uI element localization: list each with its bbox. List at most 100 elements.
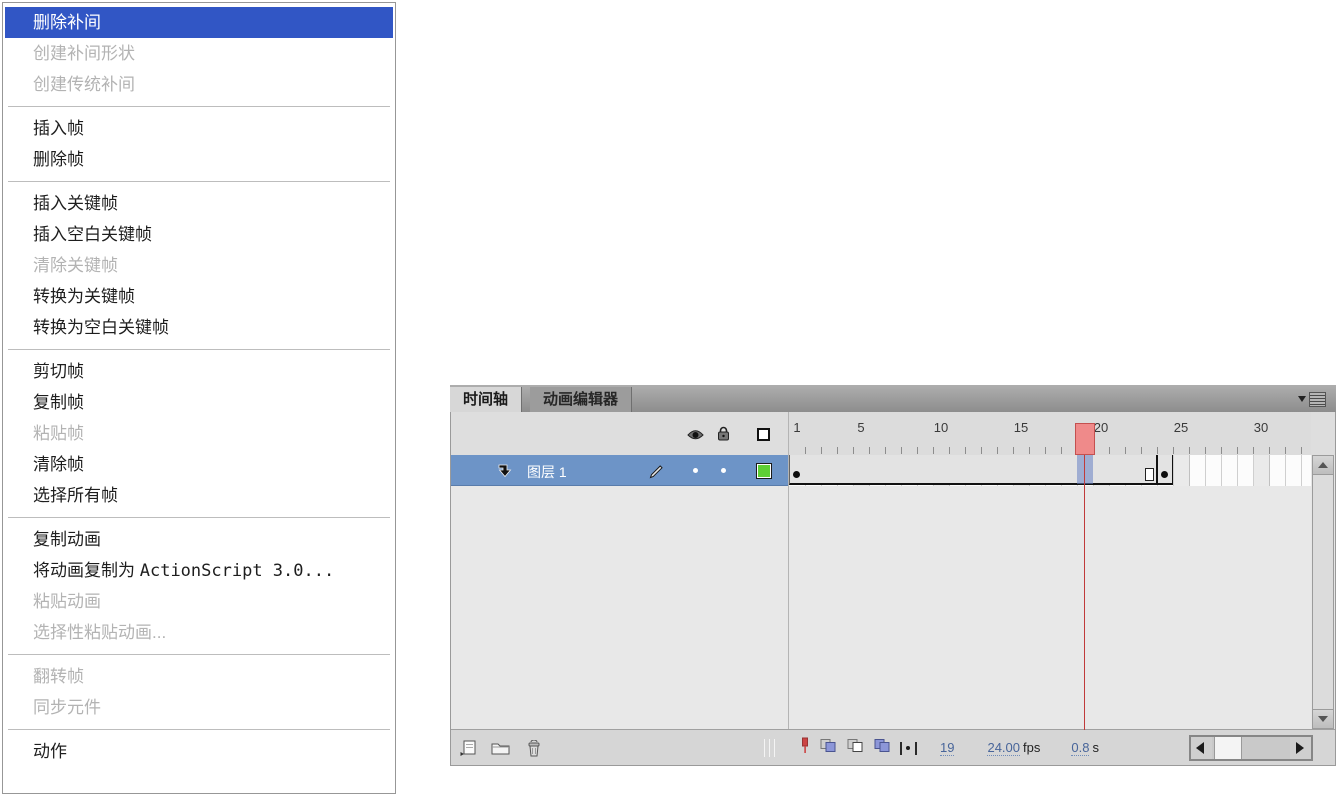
delete-layer-button[interactable] [521, 735, 547, 761]
layer-visibility-dot[interactable] [693, 468, 698, 473]
timeline-header: 1 5 10 15 20 25 30 [451, 412, 1335, 455]
frame-rate-group: 24.00 fps [987, 740, 1040, 756]
menu-item[interactable]: 转换为关键帧 [5, 281, 393, 312]
playhead-frame-highlight [1077, 455, 1093, 484]
new-folder-icon [491, 743, 509, 755]
panel-tab-bar: 时间轴 动画编辑器 [450, 385, 1336, 412]
horizontal-scrollbar[interactable] [1189, 735, 1313, 761]
layer-item[interactable]: 图层 1 [451, 455, 788, 486]
panel-menu-icon [1309, 392, 1326, 407]
ruler-frame-number: 15 [1013, 420, 1029, 435]
timeline-empty-area [451, 486, 1311, 730]
scroll-down-button[interactable] [1313, 709, 1333, 728]
menu-item: 粘贴动画 [33, 592, 101, 611]
center-frame-icon [802, 737, 808, 753]
context-menu-items: 删除补间 创建补间形状 创建传统补间 插入帧 删除帧 插入关键帧 插入空白关键帧 清除关键帧转… [5, 7, 393, 767]
scroll-left-button[interactable] [1191, 737, 1212, 759]
tab-motion-editor-label: 动画编辑器 [543, 391, 619, 408]
keyframe-cell[interactable] [1157, 455, 1173, 485]
vertical-scrollbar[interactable] [1312, 455, 1334, 729]
arrow-up-icon [1318, 462, 1328, 468]
tab-motion-editor[interactable]: 动画编辑器 [530, 387, 633, 412]
menu-item[interactable]: 插入帧 [5, 113, 393, 144]
menu-item[interactable]: 复制动画 [5, 524, 393, 555]
scrollbar-thumb[interactable] [1214, 737, 1242, 759]
center-frame-button[interactable] [800, 737, 810, 759]
arrow-left-icon [1196, 742, 1204, 754]
elapsed-time-group: 0.8 s [1071, 740, 1099, 756]
menu-item[interactable]: 动作 [5, 736, 393, 767]
lock-icon[interactable] [717, 426, 730, 446]
frame-controls: 19 24.00 fps 0.8 s [800, 735, 1099, 761]
ruler-frame-number: 5 [857, 420, 865, 435]
tab-timeline[interactable]: 时间轴 [450, 387, 523, 412]
layer-frames-divider [788, 412, 789, 730]
modify-markers-button[interactable] [900, 741, 917, 755]
pencil-icon [649, 463, 665, 484]
keyframe-dot [793, 471, 800, 478]
frame-rate-field[interactable]: 24.00 [987, 740, 1021, 756]
new-layer-icon [460, 740, 475, 756]
menu-item: 选择性粘贴动画... [33, 623, 167, 642]
new-layer-button[interactable] [455, 735, 481, 761]
menu-item: 粘贴帧 [33, 424, 84, 443]
elapsed-time-field[interactable]: 0.8 [1071, 740, 1090, 756]
current-layer-arrow-icon [497, 463, 513, 483]
timeline-ruler[interactable]: 1 5 10 15 20 25 30 [788, 412, 1311, 455]
menu-item[interactable]: 删除补间 [5, 7, 393, 38]
menu-item[interactable]: 清除帧 [5, 449, 393, 480]
onion-skin-outlines-button[interactable] [846, 738, 864, 758]
ruler-frame-number: 1 [793, 420, 801, 435]
menu-item[interactable]: 插入关键帧 [5, 188, 393, 219]
menu-separator [8, 181, 390, 182]
current-frame-field[interactable]: 19 [940, 740, 955, 756]
new-folder-button[interactable] [487, 735, 513, 761]
menu-item[interactable]: 插入空白关键帧 [5, 219, 393, 250]
menu-item[interactable]: 剪切帧 [5, 356, 393, 387]
layer-outline-color-swatch[interactable] [756, 463, 772, 479]
frame-track[interactable] [788, 455, 1311, 486]
outline-icon[interactable] [757, 428, 770, 441]
span-end-marker [1145, 468, 1154, 481]
frame-rate-unit: fps [1023, 740, 1041, 755]
ruler-frame-number: 25 [1173, 420, 1189, 435]
menu-item: 创建传统补间 [33, 75, 135, 94]
menu-item[interactable]: 转换为空白关键帧 [5, 312, 393, 343]
menu-item[interactable]: 复制帧 [5, 387, 393, 418]
layer-lock-dot[interactable] [721, 468, 726, 473]
edit-multiple-frames-icon [874, 739, 890, 752]
menu-item[interactable]: 删除帧 [5, 144, 393, 175]
ruler-ticks [788, 447, 1311, 454]
scroll-right-button[interactable] [1290, 737, 1311, 759]
menu-item: 同步元件 [33, 698, 101, 717]
onion-skin-button[interactable] [819, 738, 837, 758]
menu-separator [8, 654, 390, 655]
playhead[interactable] [1075, 423, 1095, 455]
onion-skin-icon [820, 739, 836, 752]
delete-layer-icon [528, 739, 540, 756]
context-menu: 删除补间 创建补间形状 创建传统补间 插入帧 删除帧 插入关键帧 插入空白关键帧 清除关键帧转… [2, 2, 396, 794]
scroll-up-button[interactable] [1313, 456, 1333, 475]
ruler-frame-number: 10 [933, 420, 949, 435]
edit-multiple-frames-button[interactable] [873, 738, 891, 758]
panel-resize-handle[interactable] [764, 739, 778, 757]
tab-timeline-label: 时间轴 [463, 391, 509, 408]
timeline-panel: 时间轴 动画编辑器 1 5 10 15 20 25 30 图层 1 19 24.… [450, 385, 1336, 766]
menu-separator [8, 106, 390, 107]
elapsed-time-unit: s [1092, 740, 1099, 755]
onion-skin-outlines-icon [847, 739, 863, 752]
menu-item: 创建补间形状 [33, 44, 135, 63]
frame-span[interactable] [789, 455, 1157, 485]
menu-item[interactable]: 选择所有帧 [5, 480, 393, 511]
menu-separator [8, 517, 390, 518]
timeline-panel-body: 1 5 10 15 20 25 30 图层 1 19 24.00 fps 0.8… [450, 412, 1336, 766]
menu-item[interactable]: 将动画复制为 ActionScript 3.0... [5, 555, 393, 586]
menu-item: 翻转帧 [33, 667, 84, 686]
eye-icon[interactable] [687, 428, 704, 446]
ruler-frame-number: 20 [1093, 420, 1109, 435]
panel-menu-button[interactable] [1298, 392, 1326, 407]
layer-name[interactable]: 图层 1 [527, 462, 567, 482]
layer-row: 图层 1 [451, 455, 1311, 486]
chevron-down-icon [1298, 396, 1306, 402]
keyframe-dot [1161, 471, 1168, 478]
